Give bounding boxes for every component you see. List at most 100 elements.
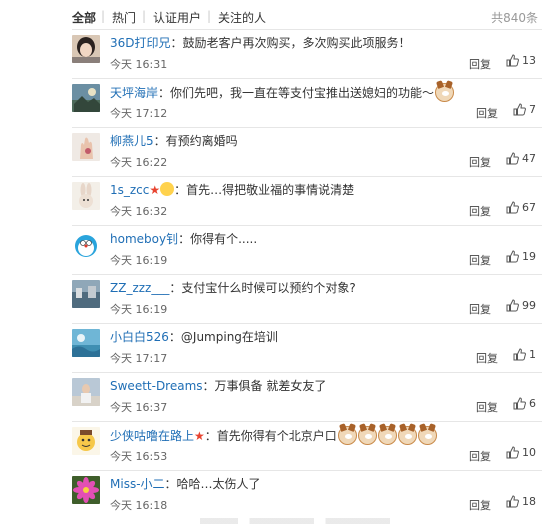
dog-emoji-icon: [435, 83, 455, 102]
avatar[interactable]: [72, 84, 100, 112]
reply-button[interactable]: 回复: [476, 399, 498, 415]
star-badge-icon: ★: [194, 429, 205, 443]
avatar[interactable]: [72, 427, 100, 455]
comment-text: ：首先…得把敬业福的事情说清楚: [174, 183, 355, 197]
comment-time: 今天 16:37: [110, 401, 168, 414]
divider: [72, 29, 542, 30]
reply-button[interactable]: 回复: [469, 301, 491, 317]
like-count: 1: [529, 348, 536, 361]
comment-item: 少侠咕噜在路上★：首先你得有个北京户口 今天 16:53 回复 10: [0, 421, 554, 470]
avatar[interactable]: [72, 378, 100, 406]
tab-verified-users[interactable]: 认证用户: [153, 9, 201, 26]
avatar[interactable]: [72, 476, 100, 504]
divider: [72, 421, 542, 422]
divider: [72, 274, 542, 275]
comment-time: 今天 16:53: [110, 450, 168, 463]
dog-emoji-icon: [337, 426, 357, 445]
thumbs-up-icon: [506, 299, 519, 312]
comment-text: ：@Jumping在培训: [168, 330, 278, 344]
like-count: 47: [522, 152, 536, 165]
star-badge-icon: ★: [149, 183, 161, 197]
username[interactable]: homeboy钊: [110, 232, 178, 246]
like-button[interactable]: 47: [506, 152, 536, 165]
reply-button[interactable]: 回复: [469, 203, 491, 219]
comment-time: 今天 16:22: [110, 156, 168, 169]
comment-time: 今天 17:12: [110, 107, 168, 120]
like-count: 67: [522, 201, 536, 214]
reply-button[interactable]: 回复: [469, 56, 491, 72]
comment-time: 今天 16:19: [110, 303, 168, 316]
avatar[interactable]: [72, 231, 100, 259]
thumbs-up-icon: [506, 495, 519, 508]
like-button[interactable]: 67: [506, 201, 536, 214]
divider: [72, 225, 542, 226]
comment-text: ：哈哈…太伤人了: [164, 477, 261, 491]
comment-time: 今天 16:18: [110, 499, 168, 512]
tab-hot[interactable]: 热门: [112, 9, 136, 26]
like-count: 99: [522, 299, 536, 312]
like-button[interactable]: 18: [506, 495, 536, 508]
comment-text: ：你得有个.....: [178, 232, 258, 246]
comment-item: homeboy钊：你得有个..... 今天 16:19 回复 19: [0, 225, 554, 274]
reply-button[interactable]: 回复: [469, 154, 491, 170]
comment-time: 今天 16:19: [110, 254, 168, 267]
tab-following[interactable]: 关注的人: [218, 9, 266, 26]
thumbs-up-icon: [506, 250, 519, 263]
thumbs-up-icon: [506, 446, 519, 459]
like-button[interactable]: 6: [513, 397, 536, 410]
avatar[interactable]: [72, 182, 100, 210]
like-button[interactable]: 99: [506, 299, 536, 312]
tab-separator: |: [142, 9, 147, 23]
comment-item: Miss-小二：哈哈…太伤人了 今天 16:18 回复 18: [0, 470, 554, 519]
dog-emoji-icon: [377, 426, 397, 445]
reply-button[interactable]: 回复: [469, 497, 491, 513]
divider: [72, 127, 542, 128]
emoji-badge-icon: [160, 182, 175, 196]
username[interactable]: 36D打印兄: [110, 36, 171, 50]
reply-button[interactable]: 回复: [476, 350, 498, 366]
thumbs-up-icon: [513, 397, 526, 410]
dog-emoji-icon: [397, 426, 417, 445]
avatar[interactable]: [72, 35, 100, 63]
divider: [72, 372, 542, 373]
comment-time: 今天 16:31: [110, 58, 168, 71]
username[interactable]: Sweett-Dreams: [110, 379, 203, 393]
avatar[interactable]: [72, 329, 100, 357]
reply-button[interactable]: 回复: [469, 448, 491, 464]
comment-item: 天坪海岸：你们先吧，我一直在等支付宝推出送媳妇的功能～ 今天 17:12 回复 …: [0, 78, 554, 127]
like-count: 18: [522, 495, 536, 508]
tab-all[interactable]: 全部: [72, 9, 96, 26]
username[interactable]: ZZ_zzz___: [110, 281, 169, 295]
like-button[interactable]: 10: [506, 446, 536, 459]
comment-item: 柳燕儿5：有预约离婚吗 今天 16:22 回复 47: [0, 127, 554, 176]
like-button[interactable]: 7: [513, 103, 536, 116]
comment-text: ：支付宝什么时候可以预约个对象?: [169, 281, 356, 295]
comment-total-count: 共840条: [491, 11, 538, 25]
divider: [72, 323, 542, 324]
comment-time: 今天 16:32: [110, 205, 168, 218]
like-count: 13: [522, 54, 536, 67]
thumbs-up-icon: [513, 103, 526, 116]
like-count: 7: [529, 103, 536, 116]
username[interactable]: 小白白526: [110, 330, 169, 344]
avatar[interactable]: [72, 280, 100, 308]
comment-item: Sweett-Dreams：万事俱备 就差女友了 今天 16:37 回复 6: [0, 372, 554, 421]
like-count: 10: [522, 446, 536, 459]
username[interactable]: 柳燕儿5: [110, 134, 154, 148]
comment-text: ：万事俱备 就差女友了: [202, 379, 327, 393]
like-button[interactable]: 19: [506, 250, 536, 263]
like-button[interactable]: 1: [513, 348, 536, 361]
thumbs-up-icon: [506, 201, 519, 214]
dog-emoji-icon: [357, 426, 377, 445]
username[interactable]: Miss-小二: [110, 477, 165, 491]
username[interactable]: 少侠咕噜在路上: [110, 429, 194, 443]
avatar[interactable]: [72, 133, 100, 161]
username[interactable]: 天坪海岸: [110, 86, 158, 100]
like-count: 6: [529, 397, 536, 410]
username[interactable]: 1s_zcc: [110, 183, 149, 197]
comment-item: ZZ_zzz___：支付宝什么时候可以预约个对象? 今天 16:19 回复 99: [0, 274, 554, 323]
like-button[interactable]: 13: [506, 54, 536, 67]
reply-button[interactable]: 回复: [476, 105, 498, 121]
reply-button[interactable]: 回复: [469, 252, 491, 268]
divider: [72, 470, 542, 471]
